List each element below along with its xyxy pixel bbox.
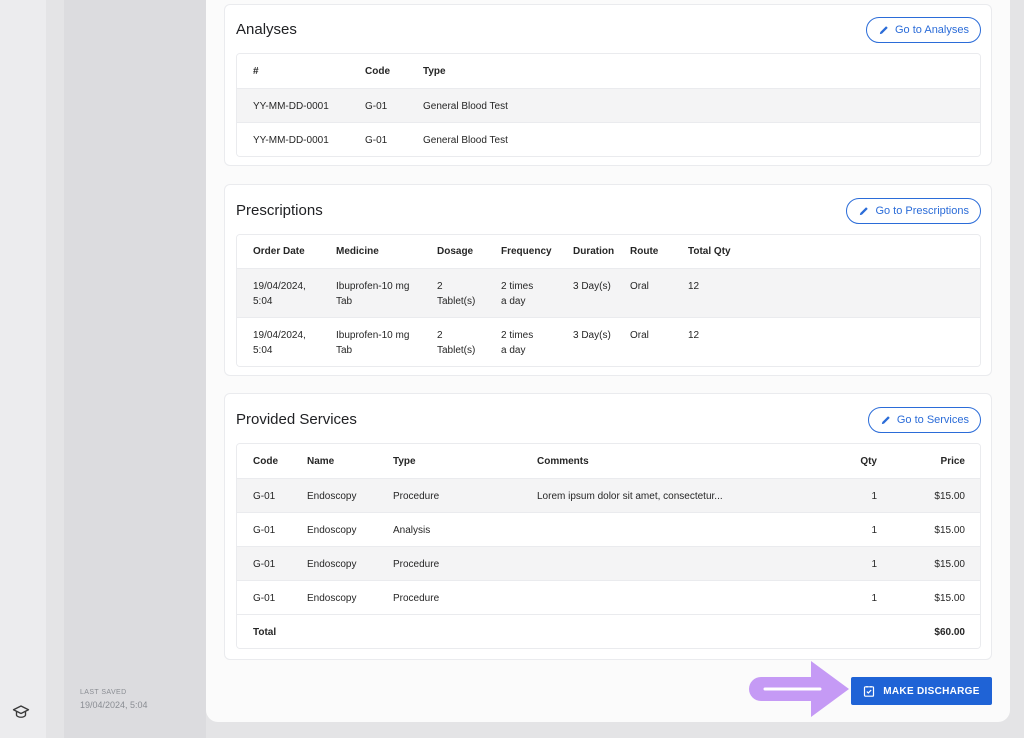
cell-qty: 1 (871, 525, 877, 536)
cell-duration: 3 Day(s) (573, 281, 611, 292)
cell-qty: 1 (871, 593, 877, 604)
cell-dosage: 2 Tablet(s) (437, 330, 476, 356)
table-row[interactable]: 19/04/2024, 5:04 Ibuprofen-10 mg Tab 2 Tabl… (237, 317, 980, 366)
cell-name: Endoscopy (307, 559, 357, 570)
cell-route: Oral (630, 330, 649, 341)
col-medicine: Medicine (336, 246, 379, 257)
cell-frequency: 2 times a day (501, 330, 534, 356)
col-route: Route (630, 246, 659, 257)
make-discharge-label: MAKE DISCHARGE (883, 685, 980, 697)
cell-type: Procedure (393, 559, 440, 570)
prescriptions-title: Prescriptions (236, 202, 323, 219)
table-row[interactable]: YY-MM-DD-0001 G-01 General Blood Test (237, 122, 980, 156)
col-total-qty: Total Qty (688, 246, 731, 257)
cell-code: G-01 (365, 135, 388, 146)
total-value: $60.00 (934, 627, 965, 638)
go-to-analyses-label: Go to Analyses (895, 24, 969, 36)
col-name: Name (307, 456, 335, 467)
pencil-icon (881, 416, 890, 425)
table-row[interactable]: YY-MM-DD-0001 G-01 General Blood Test (237, 88, 980, 122)
col-number: # (253, 66, 259, 77)
col-comments: Comments (537, 456, 589, 467)
go-to-analyses-button[interactable]: Go to Analyses (866, 17, 981, 43)
col-code: Code (253, 456, 278, 467)
go-to-services-label: Go to Services (896, 414, 969, 426)
cell-medicine: Ibuprofen-10 mg Tab (336, 281, 410, 307)
cell-price: $15.00 (934, 525, 965, 536)
prescriptions-card: Prescriptions Go to Prescriptions Order … (224, 184, 992, 376)
total-label: Total (253, 627, 277, 638)
left-rail (0, 0, 46, 738)
cell-type: Procedure (393, 491, 440, 502)
cell-code: G-01 (253, 525, 276, 536)
table-row[interactable]: 19/04/2024, 5:04 Ibuprofen-10 mg Tab 2 Tabl… (237, 268, 980, 317)
cell-medicine: Ibuprofen-10 mg Tab (336, 330, 410, 356)
col-frequency: Frequency (501, 246, 552, 257)
services-table: Code Name Type Comments Qty Price G-01 E… (236, 443, 981, 649)
cell-type: Procedure (393, 593, 440, 604)
cell-code: G-01 (253, 593, 276, 604)
cell-order-date: 19/04/2024, 5:04 (253, 281, 306, 307)
table-row[interactable]: G-01 Endoscopy Procedure 1 $15.00 (237, 546, 980, 580)
cell-total-qty: 12 (688, 281, 700, 292)
col-qty: Qty (860, 456, 877, 467)
cell-duration: 3 Day(s) (573, 330, 611, 341)
cell-type: General Blood Test (423, 135, 508, 146)
col-duration: Duration (573, 246, 615, 257)
last-saved-value: 19/04/2024, 5:04 (80, 700, 148, 710)
cell-code: G-01 (253, 559, 276, 570)
cell-code: G-01 (365, 101, 388, 112)
services-title: Provided Services (236, 411, 357, 428)
go-to-prescriptions-button[interactable]: Go to Prescriptions (846, 198, 981, 224)
pencil-icon (860, 207, 869, 216)
cell-code: G-01 (253, 491, 276, 502)
table-row[interactable]: G-01 Endoscopy Procedure 1 $15.00 (237, 580, 980, 614)
cell-dosage: 2 Tablet(s) (437, 281, 476, 307)
cell-qty: 1 (871, 491, 877, 502)
cell-name: Endoscopy (307, 593, 357, 604)
table-header: Code Name Type Comments Qty Price (237, 444, 980, 478)
analyses-card: Analyses Go to Analyses # Code Type YY-M… (224, 4, 992, 166)
pencil-icon (879, 26, 888, 35)
cell-price: $15.00 (934, 559, 965, 570)
prescriptions-table: Order Date Medicine Dosage Frequency Dur… (236, 234, 981, 367)
cell-order-date: 19/04/2024, 5:04 (253, 330, 306, 356)
table-header: Order Date Medicine Dosage Frequency Dur… (237, 235, 980, 268)
cell-type: General Blood Test (423, 101, 508, 112)
table-header: # Code Type (237, 54, 980, 88)
analyses-table: # Code Type YY-MM-DD-0001 G-01 General B… (236, 53, 981, 157)
cell-type: Analysis (393, 525, 431, 536)
last-saved-label: LAST SAVED (80, 689, 127, 696)
col-price: Price (940, 456, 965, 467)
cell-number: YY-MM-DD-0001 (253, 135, 329, 146)
cell-comments: Lorem ipsum dolor sit amet, consectetur.… (537, 491, 723, 502)
cell-total-qty: 12 (688, 330, 700, 341)
col-order-date: Order Date (253, 246, 305, 257)
total-row: Total $60.00 (237, 614, 980, 648)
cell-qty: 1 (871, 559, 877, 570)
col-type: Type (423, 66, 446, 77)
col-code: Code (365, 66, 390, 77)
main-content: Analyses Go to Analyses # Code Type YY-M… (206, 0, 1010, 722)
graduation-cap-icon[interactable] (12, 703, 30, 721)
go-to-prescriptions-label: Go to Prescriptions (875, 205, 969, 217)
analyses-title: Analyses (236, 21, 297, 38)
make-discharge-button[interactable]: MAKE DISCHARGE (851, 677, 992, 705)
table-row[interactable]: G-01 Endoscopy Procedure Lorem ipsum dol… (237, 478, 980, 512)
services-card: Provided Services Go to Services Code Na… (224, 393, 992, 660)
go-to-services-button[interactable]: Go to Services (867, 407, 981, 433)
side-panel (64, 0, 206, 738)
col-dosage: Dosage (437, 246, 474, 257)
cell-frequency: 2 times a day (501, 281, 534, 307)
cell-name: Endoscopy (307, 525, 357, 536)
cell-number: YY-MM-DD-0001 (253, 101, 329, 112)
cell-name: Endoscopy (307, 491, 357, 502)
annotation-arrow-icon (749, 661, 849, 717)
col-type: Type (393, 456, 416, 467)
clipboard-check-icon (864, 686, 875, 697)
cell-price: $15.00 (934, 593, 965, 604)
cell-route: Oral (630, 281, 649, 292)
table-row[interactable]: G-01 Endoscopy Analysis 1 $15.00 (237, 512, 980, 546)
cell-price: $15.00 (934, 491, 965, 502)
